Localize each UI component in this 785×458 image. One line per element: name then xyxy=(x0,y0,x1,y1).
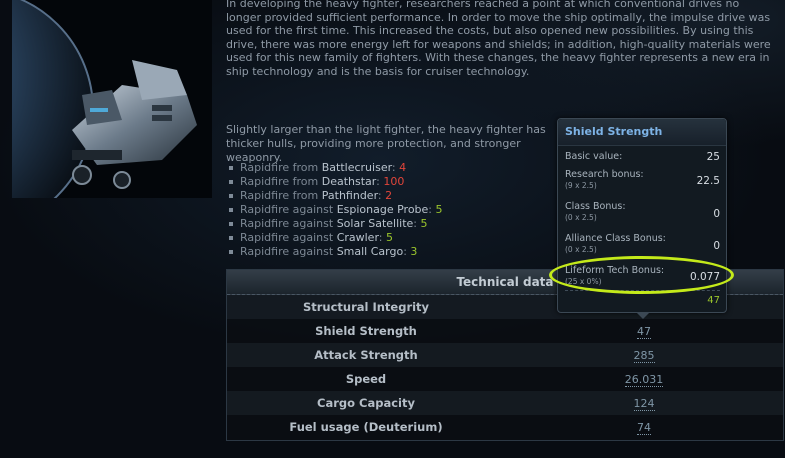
tech-value[interactable]: 26.031 xyxy=(505,372,783,387)
tech-row-fuel-usage: Fuel usage (Deuterium) 74 xyxy=(227,415,783,439)
tech-label: Shield Strength xyxy=(315,324,417,338)
rapidfire-value: 5 xyxy=(435,203,443,216)
tech-value[interactable]: 124 xyxy=(505,396,783,411)
rapidfire-value: 100 xyxy=(383,175,405,188)
tooltip-value: 0 xyxy=(713,240,720,252)
rapidfire-item: Rapidfire against Espionage Probe: 5 xyxy=(228,203,443,217)
rapidfire-label: Rapidfire against xyxy=(240,217,334,230)
tech-label: Attack Strength xyxy=(314,348,418,362)
tooltip-label: Class Bonus: xyxy=(565,201,626,212)
rapidfire-value: 4 xyxy=(399,161,407,174)
tooltip-row-class-bonus: Class Bonus: (0 x 2.5) 0 xyxy=(558,201,726,233)
rapidfire-label: Rapidfire from xyxy=(240,161,319,174)
tech-row-attack-strength: Attack Strength 285 xyxy=(227,343,783,367)
technical-data-rows: Structural Integrity Shield Strength 47 … xyxy=(227,295,783,439)
rapidfire-item: Rapidfire from Pathfinder: 2 xyxy=(228,189,443,203)
rapidfire-unit[interactable]: Pathfinder xyxy=(322,189,378,202)
rapidfire-item: Rapidfire from Deathstar: 100 xyxy=(228,175,443,189)
tech-row-speed: Speed 26.031 xyxy=(227,367,783,391)
tooltip-value: 22.5 xyxy=(696,175,720,187)
rapidfire-label: Rapidfire against xyxy=(240,245,334,258)
rapidfire-unit[interactable]: Crawler xyxy=(337,231,379,244)
rapidfire-unit[interactable]: Deathstar xyxy=(322,175,376,188)
rapidfire-value: 2 xyxy=(385,189,393,202)
tooltip-total: 47 xyxy=(707,295,720,306)
tooltip-value: 0 xyxy=(713,208,720,220)
tech-label: Cargo Capacity xyxy=(317,396,415,410)
rapidfire-item: Rapidfire against Crawler: 5 xyxy=(228,231,443,245)
rapidfire-value: 5 xyxy=(386,231,393,244)
tech-value[interactable]: 74 xyxy=(505,420,783,435)
description-paragraph-2: Slightly larger than the light fighter, … xyxy=(226,123,546,164)
heavy-fighter-image xyxy=(12,0,212,198)
tooltip-value: 25 xyxy=(706,151,720,163)
tech-label: Structural Integrity xyxy=(302,300,430,314)
tooltip-formula: (9 x 2.5) xyxy=(565,181,597,190)
rapidfire-value: 5 xyxy=(420,217,428,230)
tooltip-formula: (0 x 2.5) xyxy=(565,245,597,254)
rapidfire-list: Rapidfire from Battlecruiser: 4 Rapidfir… xyxy=(228,161,443,259)
description-paragraph-1: In developing the heavy fighter, researc… xyxy=(226,0,771,78)
tooltip-row-basic-value: Basic value: 25 xyxy=(558,151,726,169)
rapidfire-item: Rapidfire from Battlecruiser: 4 xyxy=(228,161,443,175)
tech-row-shield-strength: Shield Strength 47 xyxy=(227,319,783,343)
tech-value[interactable]: 285 xyxy=(505,348,783,363)
tech-label: Speed xyxy=(345,372,387,386)
rapidfire-label: Rapidfire from xyxy=(240,189,319,202)
tech-row-cargo-capacity: Cargo Capacity 124 xyxy=(227,391,783,415)
rapidfire-unit[interactable]: Battlecruiser xyxy=(322,161,392,174)
tech-label: Fuel usage (Deuterium) xyxy=(289,420,443,434)
highlight-ellipse xyxy=(549,256,734,294)
tooltip-row-research-bonus: Research bonus: (9 x 2.5) 22.5 xyxy=(558,169,726,201)
tooltip-label: Basic value: xyxy=(565,151,623,162)
tooltip-title: Shield Strength xyxy=(558,119,726,146)
rapidfire-label: Rapidfire against xyxy=(240,231,334,244)
tooltip-label: Alliance Class Bonus: xyxy=(565,233,666,244)
tooltip-formula: (0 x 2.5) xyxy=(565,213,597,222)
rapidfire-unit[interactable]: Solar Satellite xyxy=(337,217,414,230)
tech-value[interactable]: 47 xyxy=(505,324,783,339)
rapidfire-value: 3 xyxy=(410,245,418,258)
rapidfire-unit[interactable]: Espionage Probe xyxy=(337,203,429,216)
tooltip-label: Research bonus: xyxy=(565,169,644,180)
rapidfire-unit[interactable]: Small Cargo xyxy=(337,245,404,258)
rapidfire-label: Rapidfire against xyxy=(240,203,334,216)
rapidfire-label: Rapidfire from xyxy=(240,175,319,188)
rapidfire-item: Rapidfire against Solar Satellite: 5 xyxy=(228,217,443,231)
rapidfire-item: Rapidfire against Small Cargo: 3 xyxy=(228,245,443,259)
